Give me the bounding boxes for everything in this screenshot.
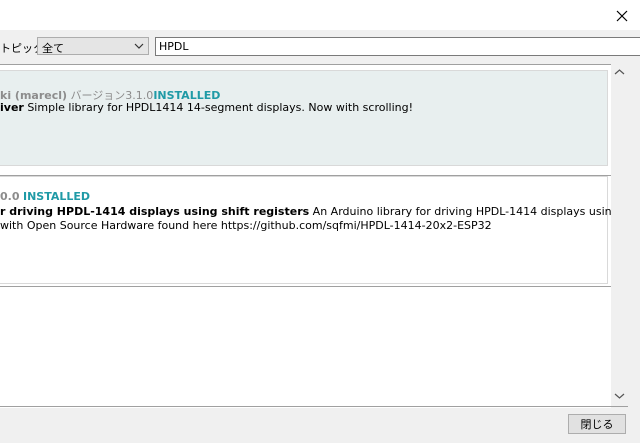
library-description: r driving HPDL-1414 displays using shift… [0, 205, 619, 218]
library-name: iver [0, 101, 24, 114]
title-bar [0, 0, 640, 30]
library-desc-text: Simple library for HPDL1414 14-segment d… [27, 101, 413, 114]
library-item[interactable]: ki (marecl) バージョン3.1.0INSTALLED iver Sim… [0, 70, 608, 166]
library-name: r driving HPDL-1414 displays using shift… [0, 205, 310, 218]
library-list: ki (marecl) バージョン3.1.0INSTALLED iver Sim… [0, 64, 619, 408]
library-item[interactable]: 0.0 INSTALLED r driving HPDL-1414 displa… [0, 176, 619, 284]
filter-bar: トピック 全て [0, 34, 640, 60]
chevron-down-icon[interactable] [614, 392, 625, 400]
topic-dropdown-value: 全て [42, 42, 64, 55]
scrollbar[interactable] [611, 64, 628, 407]
library-desc-line2: with Open Source Hardware found here htt… [0, 219, 492, 232]
close-icon[interactable] [612, 6, 632, 26]
library-version: 0.0 [0, 190, 20, 203]
divider [0, 286, 611, 287]
library-description: iver Simple library for HPDL1414 14-segm… [0, 101, 413, 114]
close-button[interactable]: 閉じる [568, 414, 626, 434]
library-header: 0.0 INSTALLED [0, 190, 90, 203]
library-desc-text: An Arduino library for driving HPDL-1414… [312, 205, 619, 218]
topic-dropdown[interactable]: 全て [37, 37, 149, 55]
chevron-down-icon [134, 43, 144, 49]
chevron-up-icon[interactable] [614, 68, 625, 76]
search-input[interactable] [155, 37, 640, 56]
installed-badge: INSTALLED [23, 190, 91, 203]
divider [0, 406, 628, 407]
